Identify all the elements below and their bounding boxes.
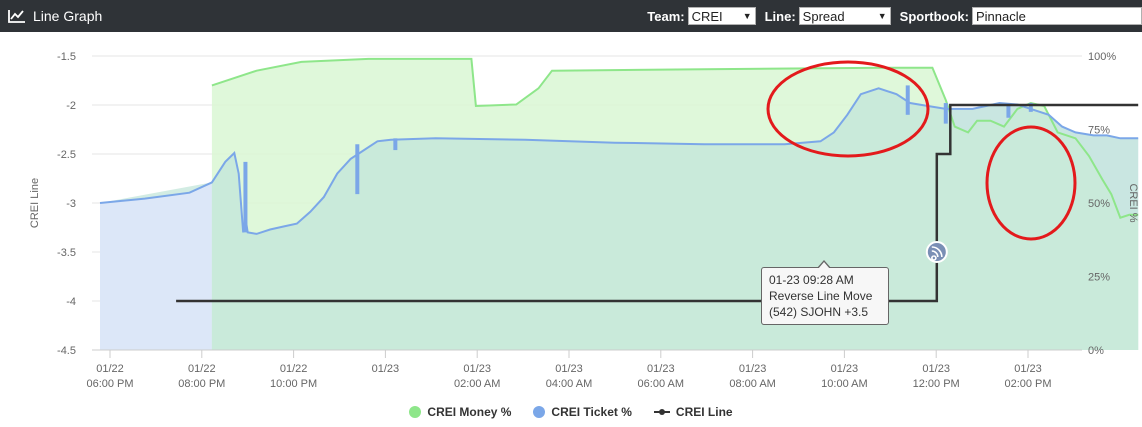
line-chart-icon xyxy=(8,9,26,23)
x-tick-label: 10:00 AM xyxy=(821,378,867,390)
chart-legend: CREI Money % CREI Ticket % CREI Line xyxy=(0,405,1142,419)
team-select-value: CREI xyxy=(691,8,723,24)
chart-header: Line Graph Team: CREI ▼ Line: Spread ▼ S… xyxy=(0,0,1142,32)
y-axis-label-left: CREI Line xyxy=(29,178,41,228)
x-tick-label: 01/23 xyxy=(739,363,767,375)
line-graph: -1.5 -2 -2.5 -3 -3.5 -4 -4.5 100% 75% 50% 25% 0% CRE… xyxy=(29,51,1139,390)
tooltip-event: Reverse Line Move xyxy=(769,289,873,303)
x-tick-label: 02:00 AM xyxy=(454,378,500,390)
x-tick-label: 06:00 PM xyxy=(86,378,133,390)
y-tick-right: 100% xyxy=(1088,51,1116,63)
x-tick-label: 12:00 PM xyxy=(913,378,960,390)
chevron-down-icon: ▼ xyxy=(742,11,752,21)
x-tick-label: 01/22 xyxy=(280,363,308,375)
y-tick-left: -1.5 xyxy=(57,51,76,63)
y-tick-right: 50% xyxy=(1088,198,1110,210)
legend-label-money: CREI Money % xyxy=(427,405,512,419)
x-tick-label: 01/23 xyxy=(372,363,400,375)
x-tick-label: 01/23 xyxy=(1014,363,1042,375)
line-select-value: Spread xyxy=(802,8,845,24)
x-tick-label: 01/23 xyxy=(463,363,491,375)
x-tick-label: 01/22 xyxy=(188,363,216,375)
header-title-group: Line Graph xyxy=(8,0,102,32)
x-tick-label: 01/23 xyxy=(555,363,583,375)
legend-swatch-money xyxy=(409,406,422,418)
y-axis-label-right: CREI % xyxy=(1127,183,1139,222)
legend-item-ticket[interactable]: CREI Ticket % xyxy=(533,405,632,419)
sportsbook-select[interactable]: Pinnacle xyxy=(972,7,1142,25)
x-tick-label: 06:00 AM xyxy=(638,378,684,390)
chevron-down-icon: ▼ xyxy=(877,11,887,21)
header-title: Line Graph xyxy=(33,8,103,24)
legend-label-line: CREI Line xyxy=(675,405,733,419)
x-tick-label: 01/23 xyxy=(922,363,950,375)
tooltip-detail: (542) SJOHN +3.5 xyxy=(769,305,869,319)
x-tick-label: 10:00 PM xyxy=(270,378,317,390)
y-tick-left: -3 xyxy=(66,198,76,210)
x-tick-label: 01/23 xyxy=(647,363,675,375)
sportsbook-select-value: Pinnacle xyxy=(976,8,1026,24)
legend-swatch-ticket xyxy=(533,406,546,418)
y-tick-left: -3.5 xyxy=(57,247,76,259)
y-tick-right: 25% xyxy=(1088,272,1110,284)
line-move-marker xyxy=(925,241,948,263)
team-label: Team: xyxy=(647,8,685,24)
y-tick-right: 0% xyxy=(1088,345,1104,357)
x-tick-label: 04:00 AM xyxy=(546,378,592,390)
line-select[interactable]: Spread ▼ xyxy=(798,7,891,25)
tooltip-time: 01-23 09:28 AM xyxy=(769,273,854,287)
line-move-tooltip: 01-23 09:28 AM Reverse Line Move (542) S… xyxy=(761,260,889,325)
x-tick-label: 01/22 xyxy=(96,363,124,375)
legend-item-line[interactable]: CREI Line xyxy=(653,405,733,419)
line-label: Line: xyxy=(764,8,796,24)
header-controls: Team: CREI ▼ Line: Spread ▼ Sportbook: P… xyxy=(638,0,1142,32)
y-tick-left: -2.5 xyxy=(57,149,76,161)
y-tick-right: 75% xyxy=(1088,125,1110,137)
y-tick-left: -4.5 xyxy=(57,345,76,357)
legend-item-money[interactable]: CREI Money % xyxy=(409,405,511,419)
team-select[interactable]: CREI ▼ xyxy=(687,7,756,25)
x-tick-label: 08:00 AM xyxy=(729,378,775,390)
legend-label-ticket: CREI Ticket % xyxy=(551,405,632,419)
y-tick-left: -2 xyxy=(66,100,76,112)
legend-swatch-line xyxy=(653,409,670,415)
x-tick-label: 02:00 PM xyxy=(1004,378,1051,390)
sportsbook-label: Sportbook: xyxy=(899,8,969,24)
y-tick-left: -4 xyxy=(66,296,76,308)
x-tick-label: 01/23 xyxy=(831,363,859,375)
x-tick-label: 08:00 PM xyxy=(178,378,225,390)
